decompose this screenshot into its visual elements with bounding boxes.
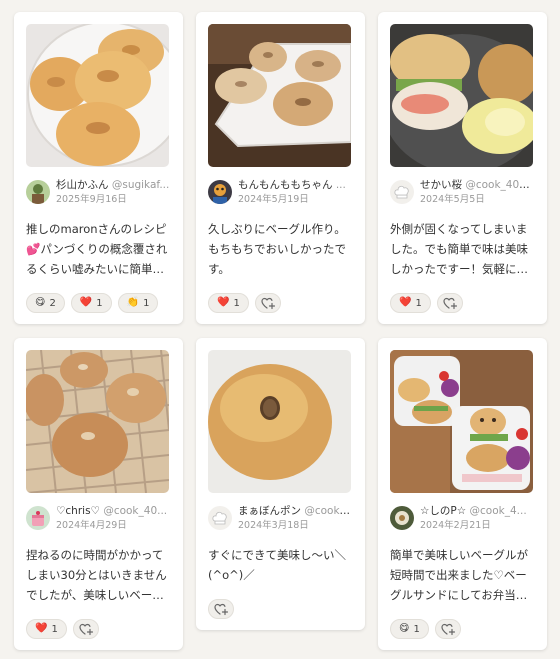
- bagel-photo[interactable]: [390, 24, 533, 167]
- clap-icon: 👏: [126, 297, 140, 308]
- reaction-count: 1: [413, 623, 420, 635]
- add-reaction-heart-icon: [261, 297, 275, 309]
- bagel-photo[interactable]: [208, 24, 351, 167]
- heart-icon: ❤️: [399, 297, 412, 308]
- bagel-photo[interactable]: [390, 350, 533, 493]
- reactions-row: ❤️ 1: [390, 293, 535, 314]
- author-handle: @cook_409...: [465, 178, 535, 191]
- reaction-yum-button[interactable]: 😋 1: [390, 619, 429, 639]
- yum-face-icon: 😋: [35, 297, 46, 308]
- post-date: 2024年2月21日: [420, 519, 491, 531]
- author-name[interactable]: ☆しのP☆: [420, 505, 466, 517]
- user-avatar-default[interactable]: [208, 506, 232, 530]
- comment-text[interactable]: 簡単で美味しいベーグルが短時間で出来ました♡ベーグルサンドにしてお弁当…: [390, 545, 535, 605]
- comment-text[interactable]: 捏ねるのに時間がかかってしまい30分とはいきませんでしたが、美味しいベー…: [26, 545, 171, 605]
- author-name[interactable]: 杉山かふん: [56, 179, 109, 191]
- reactions-row: ❤️ 1: [26, 619, 171, 640]
- add-reaction-heart-icon: [214, 603, 228, 615]
- tsukurepo-card[interactable]: もんもんももちゃん ... 2024年5月19日 久しぶりにベーグル作り。もちも…: [196, 12, 365, 324]
- tsukurepo-card[interactable]: せかい桜 @cook_409... 2024年5月5日 外側が固くなってしまいま…: [378, 12, 547, 324]
- reactions-row: 😋 1: [390, 619, 535, 640]
- tsukurepo-card[interactable]: 杉山かふん @sugikaf... 2025年9月16日 推しのmaronさんの…: [14, 12, 183, 324]
- tsukurepo-card[interactable]: まぁぼんポン @cook_... 2024年3月18日 すぐにできて美味し〜い＼…: [196, 338, 365, 630]
- bagel-photo[interactable]: [208, 350, 351, 493]
- reaction-heart-button[interactable]: ❤️ 1: [208, 293, 249, 313]
- user-avatar[interactable]: [208, 180, 232, 204]
- tsukurepo-card[interactable]: ♡chris♡ @cook_40... 2024年4月29日 捏ねるのに時間がか…: [14, 338, 183, 650]
- reaction-count: 1: [233, 297, 240, 309]
- add-reaction-button[interactable]: [254, 293, 281, 313]
- reaction-count: 1: [415, 297, 422, 309]
- reactions-row: 😋 2 ❤️ 1 👏 1: [26, 293, 171, 314]
- bagel-photo[interactable]: [26, 350, 169, 493]
- author-handle: @cook_40...: [103, 504, 168, 517]
- author-name[interactable]: せかい桜: [420, 179, 462, 191]
- add-reaction-button[interactable]: [208, 599, 234, 619]
- add-reaction-button[interactable]: [434, 619, 461, 639]
- reaction-heart-button[interactable]: ❤️ 1: [390, 293, 431, 313]
- post-date: 2025年9月16日: [56, 193, 127, 205]
- reaction-count: 1: [51, 623, 58, 635]
- comment-text[interactable]: すぐにできて美味し〜い＼(^o^)／: [208, 545, 353, 585]
- author-name[interactable]: もんもんももちゃん: [238, 179, 333, 191]
- user-avatar[interactable]: [390, 506, 414, 530]
- reactions-row: [208, 599, 353, 620]
- comment-text[interactable]: 外側が固くなってしまいました。でも簡単で味は美味しかったですー！気軽に…: [390, 219, 535, 279]
- add-reaction-heart-icon: [79, 623, 93, 635]
- post-date: 2024年4月29日: [56, 519, 127, 531]
- reaction-clap-button[interactable]: 👏 1: [117, 293, 159, 313]
- reaction-yum-button[interactable]: 😋 2: [26, 293, 65, 313]
- user-avatar[interactable]: [26, 180, 50, 204]
- author-handle: @cook_...: [304, 504, 353, 517]
- heart-icon: ❤️: [217, 297, 230, 308]
- reaction-count: 2: [49, 297, 56, 309]
- comment-text[interactable]: 推しのmaronさんのレシピ💕パンづくりの概念覆されるくらい嘘みたいに簡単…: [26, 219, 171, 279]
- author-row[interactable]: もんもんももちゃん ... 2024年5月19日: [208, 177, 353, 207]
- author-row[interactable]: ☆しのP☆ @cook_4... 2024年2月21日: [390, 503, 535, 533]
- add-reaction-button[interactable]: [436, 293, 463, 313]
- author-name[interactable]: まぁぼんポン: [238, 505, 301, 517]
- yum-face-icon: 😋: [399, 623, 410, 634]
- comment-text[interactable]: 久しぶりにベーグル作り。もちもちでおいしかったです。: [208, 219, 353, 279]
- tsukurepo-card[interactable]: ☆しのP☆ @cook_4... 2024年2月21日 簡単で美味しいベーグルが…: [378, 338, 547, 650]
- user-avatar[interactable]: [26, 506, 50, 530]
- heart-icon: ❤️: [79, 297, 93, 308]
- add-reaction-heart-icon: [443, 297, 457, 309]
- author-row[interactable]: まぁぼんポン @cook_... 2024年3月18日: [208, 503, 353, 533]
- reaction-heart-button[interactable]: ❤️ 1: [70, 293, 112, 313]
- author-handle: @cook_4...: [469, 504, 527, 517]
- reactions-row: ❤️ 1: [208, 293, 353, 314]
- author-row[interactable]: ♡chris♡ @cook_40... 2024年4月29日: [26, 503, 171, 533]
- add-reaction-heart-icon: [441, 623, 455, 635]
- add-reaction-button[interactable]: [72, 619, 99, 639]
- reaction-heart-button[interactable]: ❤️ 1: [26, 619, 67, 639]
- post-date: 2024年5月5日: [420, 193, 485, 205]
- author-row[interactable]: 杉山かふん @sugikaf... 2025年9月16日: [26, 177, 171, 207]
- post-date: 2024年5月19日: [238, 193, 309, 205]
- reaction-count: 1: [143, 297, 150, 309]
- author-handle: @sugikaf...: [111, 178, 170, 191]
- author-handle: ...: [335, 178, 346, 191]
- heart-icon: ❤️: [35, 623, 48, 634]
- user-avatar-default[interactable]: [390, 180, 414, 204]
- bagel-photo[interactable]: [26, 24, 169, 167]
- reaction-count: 1: [96, 297, 103, 309]
- post-date: 2024年3月18日: [238, 519, 309, 531]
- author-name[interactable]: ♡chris♡: [56, 505, 100, 517]
- author-row[interactable]: せかい桜 @cook_409... 2024年5月5日: [390, 177, 535, 207]
